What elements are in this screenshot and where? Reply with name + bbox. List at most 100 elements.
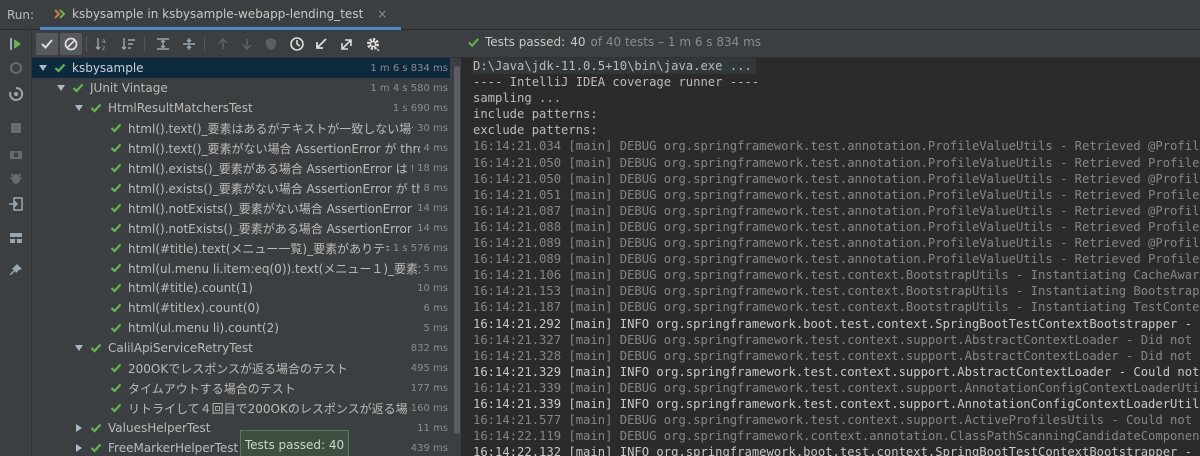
show-passed-icon[interactable]: [36, 33, 58, 55]
status-passed-label: Tests passed:: [485, 35, 566, 49]
test-duration: 1 s 690 ms: [392, 102, 448, 114]
toggle-auto-test-icon[interactable]: [8, 86, 24, 102]
test-suite-row[interactable]: CalilApiServiceRetryTest 832 ms: [32, 338, 450, 358]
sort-by-duration-icon[interactable]: [118, 33, 140, 55]
test-case-row[interactable]: リトライして４回目で200OKのレスポンスが返る場合のテスト160 ms: [32, 398, 450, 418]
test-duration: 1 m 4 s 580 ms: [370, 82, 448, 94]
expand-all-icon[interactable]: [152, 33, 174, 55]
test-name: ksbysample: [72, 61, 144, 75]
tab-close-icon[interactable]: ×: [377, 7, 387, 21]
toolbar-separator: [204, 36, 205, 52]
test-name: JUnit Vintage: [90, 81, 168, 95]
test-suite-row[interactable]: ksbysample 1 m 6 s 834 ms: [32, 58, 450, 78]
console-line: 16:14:21.051 [main] DEBUG org.springfram…: [473, 187, 1200, 202]
test-name: HtmlResultMatchersTest: [108, 101, 253, 115]
test-tree[interactable]: ksbysample 1 m 6 s 834 ms JUnit Vintage 1 m…: [32, 58, 452, 456]
test-case-row[interactable]: html().exists()_要素がない場合 AssertionError が…: [32, 178, 450, 198]
test-case-row[interactable]: html(ul.menu li).count(2) 5 ms: [32, 318, 450, 338]
layout-icon[interactable]: [8, 230, 24, 246]
expanded-arrow-icon[interactable]: [74, 103, 84, 113]
exit-icon[interactable]: [8, 196, 24, 212]
test-case-row[interactable]: タイムアウトする場合のテスト 177 ms: [32, 378, 450, 398]
console-line: 16:14:21.089 [main] DEBUG org.springfram…: [473, 252, 1200, 267]
sort-alphabetically-icon[interactable]: az: [92, 33, 114, 55]
passed-check-icon: [110, 162, 122, 174]
test-case-row[interactable]: html().text()_要素がない場合 AssertionError が t…: [32, 138, 450, 158]
test-case-row[interactable]: html(#title).text(メニュー一覧)_要素がありテキストが一致する…: [32, 238, 450, 258]
console-line: sampling ...: [473, 91, 562, 106]
console-line: 16:14:21.089 [main] DEBUG org.springfram…: [473, 236, 1200, 251]
collapsed-arrow-icon[interactable]: [74, 443, 84, 453]
previous-failed-icon[interactable]: [212, 33, 234, 55]
export-tests-icon[interactable]: [336, 33, 358, 55]
test-name: html().notExists()_要素がない場合 AssertionErro…: [128, 201, 413, 216]
rerun-icon[interactable]: [8, 36, 24, 52]
expanded-arrow-icon[interactable]: [38, 63, 48, 73]
test-case-row[interactable]: html().notExists()_要素がある場合 AssertionErro…: [32, 218, 450, 238]
passed-check-icon: [110, 122, 122, 134]
test-case-row[interactable]: html(#titlex).count(0) 6 ms: [32, 298, 450, 318]
test-case-row[interactable]: html().notExists()_要素がない場合 AssertionErro…: [32, 198, 450, 218]
test-toolbar: az Tests passed: 40 of 40 tests – 1 m 6 …: [32, 30, 1200, 58]
passed-check-icon: [110, 282, 122, 294]
test-duration: 5 ms: [423, 262, 449, 274]
console-line: ---- IntelliJ IDEA coverage runner ----: [473, 75, 760, 90]
passed-check-icon: [90, 102, 102, 114]
test-duration: 18 ms: [417, 162, 448, 174]
test-case-row[interactable]: html(ul.menu li.item:eq(0)).text(メニュー１)_…: [32, 258, 450, 278]
next-failed-icon[interactable]: [236, 33, 258, 55]
console-output[interactable]: D:\Java\jdk-11.0.5+10\bin\java.exe ... --…: [463, 58, 1200, 456]
test-suite-row[interactable]: HtmlResultMatchersTest 1 s 690 ms: [32, 98, 450, 118]
console-line: 16:14:21.088 [main] DEBUG org.springfram…: [473, 219, 1200, 234]
collapsed-arrow-icon[interactable]: [74, 423, 84, 433]
console-line: D:\Java\jdk-11.0.5+10\bin\java.exe ...: [473, 58, 1200, 75]
settings-gear-icon[interactable]: [362, 33, 384, 55]
console-line: 16:14:21.050 [main] DEBUG org.springfram…: [473, 155, 1200, 170]
console-line: 16:14:21.577 [main] DEBUG org.springfram…: [473, 413, 1200, 428]
import-tests-icon[interactable]: [310, 33, 332, 55]
test-case-row[interactable]: html().text()_要素はあるがテキストが一致しない場合 Asserti…: [32, 118, 450, 138]
test-name: html().text()_要素はあるがテキストが一致しない場合 Asserti…: [128, 121, 414, 136]
test-case-row[interactable]: html(#title).count(1) 10 ms: [32, 278, 450, 298]
tree-scrollbar-thumb[interactable]: [454, 66, 460, 434]
test-duration: 495 ms: [410, 362, 448, 374]
run-config-tab[interactable]: ksbysample in ksbysample-webapp-lending_…: [40, 0, 402, 30]
passed-check-icon: [110, 242, 122, 254]
java-command-link[interactable]: D:\Java\jdk-11.0.5+10\bin\java.exe ...: [473, 58, 756, 75]
test-case-row[interactable]: html().exists()_要素がある場合 AssertionError は…: [32, 158, 450, 178]
test-duration: 177 ms: [410, 382, 448, 394]
test-duration: 11 ms: [417, 422, 448, 434]
console-line: 16:14:21.329 [main] INFO org.springframe…: [473, 364, 1200, 379]
passed-check-icon: [110, 402, 122, 414]
stop-icon[interactable]: [8, 120, 24, 136]
collapse-all-icon[interactable]: [178, 33, 200, 55]
test-suite-row[interactable]: JUnit Vintage 1 m 4 s 580 ms: [32, 78, 450, 98]
test-case-row[interactable]: 200OKでレスポンスが返る場合のテスト 495 ms: [32, 358, 450, 378]
test-name: html().exists()_要素がある場合 AssertionError は…: [128, 161, 413, 176]
console-line: include patterns:: [473, 107, 598, 122]
run-config-icon: [52, 7, 66, 21]
passed-check-icon: [72, 82, 84, 94]
expanded-arrow-icon[interactable]: [74, 343, 84, 353]
passed-check-icon: [110, 302, 122, 314]
console-line: 16:14:21.153 [main] DEBUG org.springfram…: [473, 284, 1200, 299]
show-ignored-icon[interactable]: [60, 33, 82, 55]
passed-check-icon: [90, 442, 102, 454]
tree-scrollbar[interactable]: [452, 58, 462, 456]
test-name: タイムアウトする場合のテスト: [128, 381, 296, 396]
coverage-shield-icon[interactable]: [260, 33, 282, 55]
passed-check-icon: [90, 422, 102, 434]
test-name: html().exists()_要素がない場合 AssertionError が…: [128, 181, 420, 196]
test-duration: 6 ms: [423, 302, 449, 314]
tests-passed-notification[interactable]: Tests passed: 40: [240, 430, 349, 456]
test-duration: 439 ms: [410, 442, 448, 454]
rerun-failed-icon[interactable]: [8, 60, 24, 76]
pin-icon[interactable]: [8, 262, 24, 278]
test-history-icon[interactable]: [286, 33, 308, 55]
camera-icon[interactable]: [8, 146, 24, 162]
expanded-arrow-icon[interactable]: [56, 83, 66, 93]
debug-bug-icon[interactable]: [8, 170, 24, 186]
test-name: 200OKでレスポンスが返る場合のテスト: [128, 361, 348, 376]
console-line: 16:14:21.339 [main] INFO org.springframe…: [473, 396, 1200, 411]
notification-text: Tests passed: 40: [244, 438, 345, 452]
